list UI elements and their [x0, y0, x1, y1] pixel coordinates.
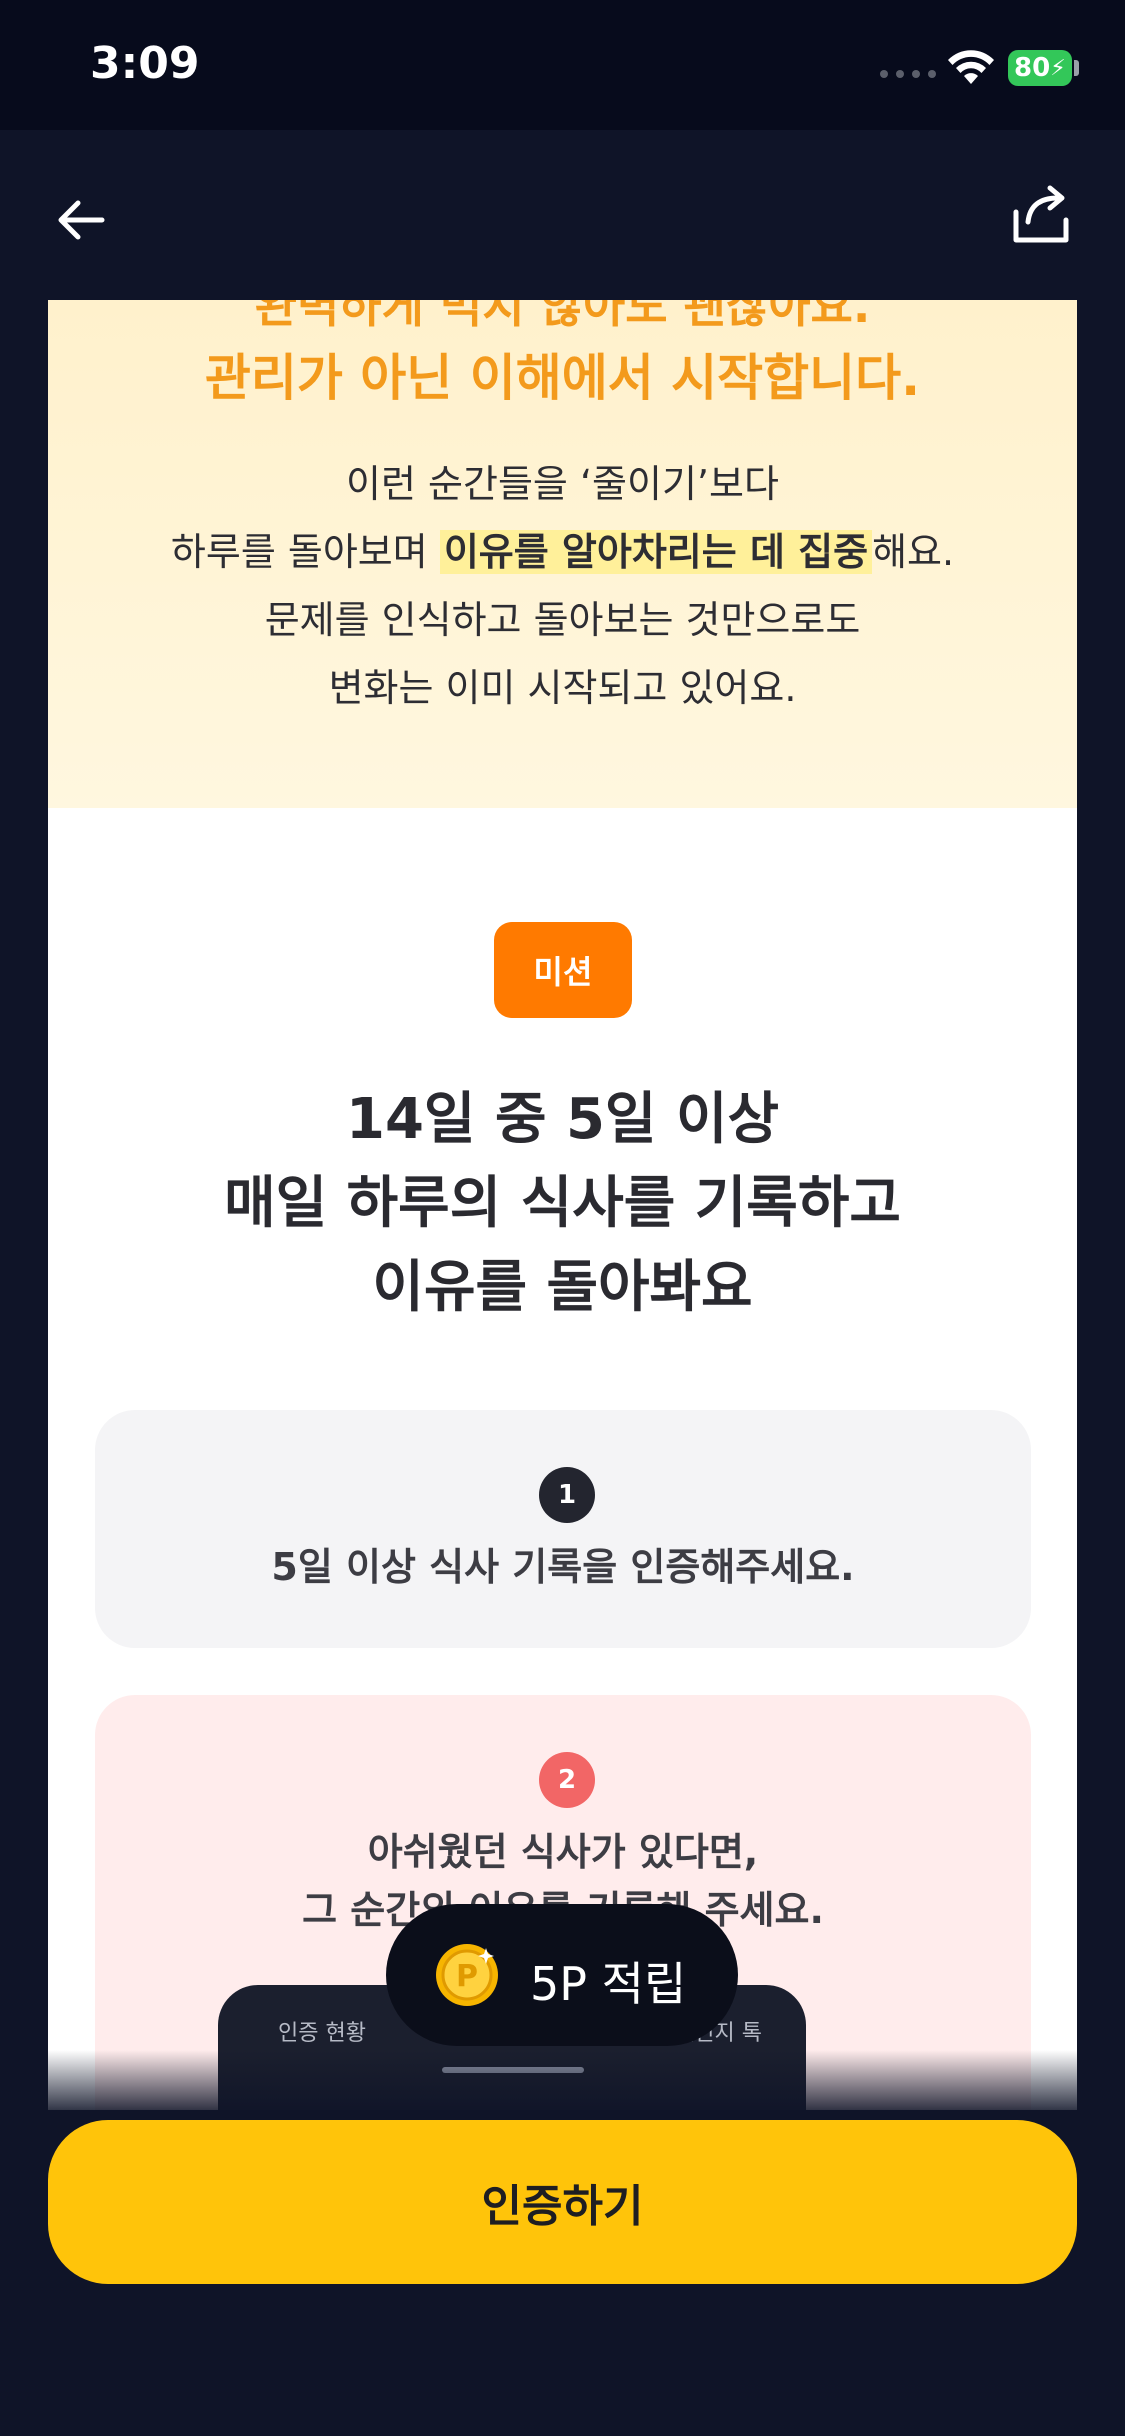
coin-label: P: [456, 1959, 478, 1994]
mission-title-line-1: 14일 중 5일 이상: [346, 1087, 779, 1152]
intro-body: 이런 순간들을 ‘줄이기’보다 하루를 돌아보며 이유를 알아차리는 데 집중 해…: [48, 450, 1077, 722]
preview-tab-status: 인증 현황: [278, 2021, 366, 2046]
intro-line-2-suffix: 해요.: [872, 530, 955, 574]
mission-title-line-3: 이유를 돌아봐요: [372, 1255, 753, 1320]
intro-line-1: 이런 순간들을 ‘줄이기’보다: [346, 462, 779, 506]
points-text: 5P 적립: [530, 1957, 687, 2011]
status-time: 3:09: [90, 38, 200, 89]
mission-title-line-2: 매일 하루의 식사를 기록하고: [224, 1171, 901, 1236]
back-arrow-icon[interactable]: [52, 190, 112, 250]
step-card-1: 1 5일 이상 식사 기록을 인증해주세요.: [95, 1410, 1031, 1648]
battery-tip: [1074, 60, 1079, 76]
intro-line-2-prefix: 하루를 돌아보며: [170, 530, 440, 574]
intro-section: 완벽하게 먹지 않아도 괜찮아요. 관리가 아닌 이해에서 시작합니다. 이런 …: [48, 300, 1077, 808]
share-icon[interactable]: [1010, 182, 1072, 248]
step-text-1: 5일 이상 식사 기록을 인증해주세요.: [271, 1545, 855, 1589]
wifi-icon: [948, 50, 994, 84]
certify-button[interactable]: 인증하기: [48, 2120, 1077, 2284]
intro-heading: 관리가 아닌 이해에서 시작합니다.: [204, 349, 921, 407]
battery-icon: 80 ⚡: [1008, 50, 1072, 86]
intro-line-2: 하루를 돌아보며 이유를 알아차리는 데 집중 해요.: [48, 518, 1077, 586]
step-number-2: 2: [539, 1752, 595, 1808]
step-2-line-1: 아쉬웠던 식사가 있다면,: [367, 1830, 759, 1874]
intro-highlight: 이유를 알아차리는 데 집중: [439, 530, 873, 574]
intro-line-4: 변화는 이미 시작되고 있어요.: [328, 666, 797, 710]
cellular-signal-icon: [880, 70, 936, 78]
challenge-detail-content[interactable]: 완벽하게 먹지 않아도 괜찮아요. 관리가 아닌 이해에서 시작합니다. 이런 …: [48, 300, 1077, 2120]
battery-level: 80: [1014, 53, 1051, 83]
step-number-1: 1: [539, 1467, 595, 1523]
status-bar: 3:09 80 ⚡: [0, 0, 1125, 130]
mission-title: 14일 중 5일 이상 매일 하루의 식사를 기록하고 이유를 돌아봐요: [48, 1078, 1077, 1330]
points-toast: P 5P 적립: [386, 1904, 738, 2046]
intro-cut-heading: 완벽하게 먹지 않아도 괜찮아요.: [254, 300, 871, 333]
mission-badge: 미션: [494, 922, 632, 1018]
app-header: [0, 130, 1125, 300]
coin-icon: P: [436, 1944, 498, 2006]
intro-line-3: 문제를 인식하고 돌아보는 것만으로도: [264, 598, 861, 642]
